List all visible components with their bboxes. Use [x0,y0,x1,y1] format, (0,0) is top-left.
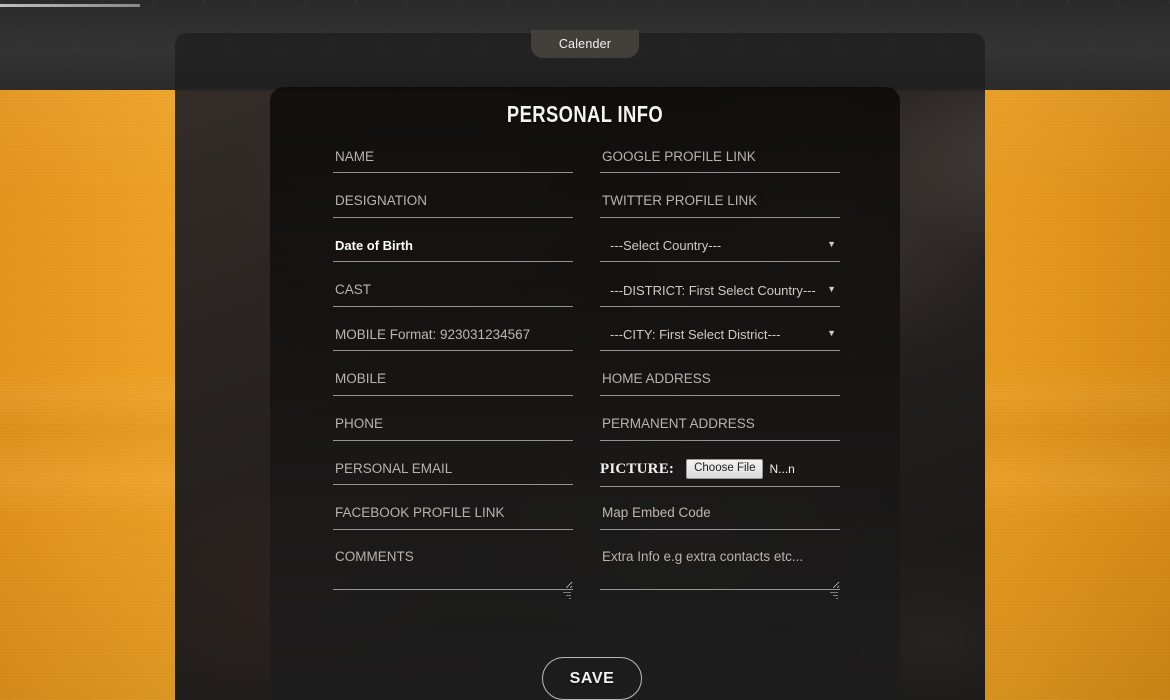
personal-email-input[interactable] [333,457,573,486]
field-cast [333,278,573,324]
field-picture: PICTURE: Choose File N...n [600,457,840,502]
field-comments [333,546,573,604]
field-city: ---CITY: First Select District--- ▼ [600,323,840,368]
country-select[interactable]: ---Select Country--- [600,234,840,258]
field-phone [333,412,573,458]
cast-input[interactable] [333,278,573,307]
google-profile-link-input[interactable] [600,145,840,173]
chosen-file-name: N...n [769,462,795,477]
name-input[interactable] [333,145,573,173]
resize-grip-icon [829,592,838,601]
field-map-embed-code [600,501,840,547]
file-input-control[interactable]: Choose File N...n [686,459,795,480]
district-select-wrap: ---DISTRICT: First Select Country--- ▼ [600,278,840,307]
facebook-profile-link-input[interactable] [333,501,573,530]
form-column-left [333,145,573,604]
comments-textarea[interactable] [333,546,573,591]
field-twitter-profile [600,189,840,235]
phone-input[interactable] [333,412,573,441]
country-select-wrap: ---Select Country--- ▼ [600,234,840,263]
date-of-birth-input[interactable] [333,234,573,263]
field-personal-email [333,457,573,502]
map-embed-code-input[interactable] [600,501,840,530]
personal-info-card: PERSONAL INFO NAME DESIGNATION Date of B… [270,87,900,700]
field-name [333,145,573,190]
field-district: ---DISTRICT: First Select Country--- ▼ [600,278,840,324]
designation-input[interactable] [333,189,573,218]
field-date-of-birth [333,234,573,279]
field-google-profile [600,145,840,190]
choose-file-button[interactable]: Choose File [686,459,764,480]
mobile-format-input[interactable] [333,323,573,352]
resize-grip-icon [562,592,571,601]
save-button[interactable]: SAVE [542,657,642,700]
form-column-right: ---Select Country--- ▼ ---DISTRICT: Firs… [600,145,840,604]
field-home-address [600,367,840,413]
permanent-address-input[interactable] [600,412,840,441]
field-mobile [333,367,573,413]
field-designation [333,189,573,235]
calender-tab[interactable]: Calender [531,30,639,58]
city-select-wrap: ---CITY: First Select District--- ▼ [600,323,840,352]
field-country: ---Select Country--- ▼ [600,234,840,279]
extra-info-textarea[interactable] [600,546,840,591]
header-rule [0,4,140,7]
header-ghost-text [152,0,572,9]
field-mobile-format [333,323,573,368]
district-select[interactable]: ---DISTRICT: First Select Country--- [600,278,840,302]
city-select[interactable]: ---CITY: First Select District--- [600,323,840,347]
page-title: PERSONAL INFO [506,101,664,127]
field-permanent-address [600,412,840,458]
twitter-profile-link-input[interactable] [600,189,840,218]
picture-upload-row: PICTURE: Choose File N...n [600,457,840,488]
field-facebook-profile [333,501,573,547]
mobile-input[interactable] [333,367,573,396]
picture-label: PICTURE: [600,460,675,477]
app-root: Calender PERSONAL INFO NAME DESIGNATION … [0,0,1170,700]
field-extra-info [600,546,840,604]
home-address-input[interactable] [600,367,840,396]
